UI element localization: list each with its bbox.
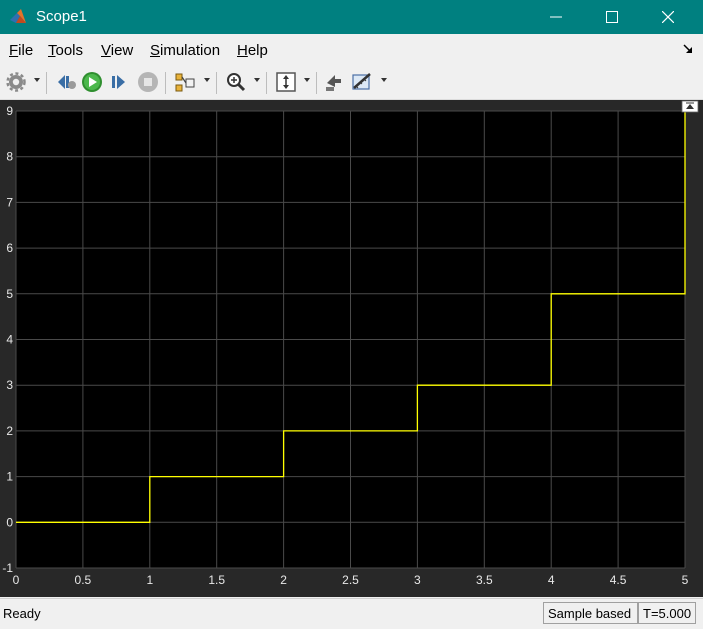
- x-tick-label: 4: [548, 573, 555, 587]
- menu-simulation[interactable]: Simulation: [150, 42, 220, 59]
- title-bar: Scope1: [0, 0, 703, 34]
- menu-view[interactable]: View: [101, 42, 133, 59]
- y-tick-label: 4: [6, 333, 13, 347]
- x-tick-label: 3: [414, 573, 421, 587]
- minimize-icon: [550, 16, 562, 18]
- x-tick-labels: 0 0.5 1 1.5 2 2.5 3 3.5 4 4.5 5: [13, 573, 689, 587]
- gear-icon: [6, 72, 26, 92]
- toolbar-separator: [165, 72, 166, 94]
- simulation-time: T=5.000: [638, 602, 696, 624]
- chevron-down-icon[interactable]: [381, 78, 387, 82]
- x-tick-label: 0.5: [75, 573, 92, 587]
- scale-axes-button[interactable]: [274, 70, 298, 94]
- menu-tools[interactable]: Tools: [48, 42, 83, 59]
- run-button[interactable]: [80, 70, 104, 94]
- matlab-logo-icon: [10, 9, 26, 23]
- close-button[interactable]: [640, 0, 696, 34]
- status-text: Ready: [3, 606, 41, 621]
- x-tick-label: 1: [146, 573, 153, 587]
- menu-bar: File Tools View Simulation Help: [0, 34, 703, 66]
- zoom-in-button[interactable]: [224, 70, 248, 94]
- step-forward-icon: [112, 75, 125, 89]
- x-tick-label: 3.5: [476, 573, 493, 587]
- window-title: Scope1: [36, 8, 87, 25]
- measurements-button[interactable]: [350, 70, 374, 94]
- x-tick-label: 2.5: [342, 573, 359, 587]
- configuration-button[interactable]: [4, 70, 28, 94]
- y-tick-label: 8: [6, 150, 13, 164]
- x-tick-label: 2: [280, 573, 287, 587]
- dock-arrow-icon[interactable]: [681, 42, 695, 56]
- x-tick-label: 0: [13, 573, 20, 587]
- toolbar-separator: [46, 72, 47, 94]
- toolbar-separator: [316, 72, 317, 94]
- maximize-icon: [606, 11, 618, 23]
- chevron-down-icon[interactable]: [304, 78, 310, 82]
- x-tick-label: 5: [682, 573, 689, 587]
- stop-button[interactable]: [136, 70, 160, 94]
- signal-selector-icon: [175, 73, 195, 92]
- y-tick-label: 2: [6, 424, 13, 438]
- measurements-icon: [352, 73, 371, 90]
- toolbar-separator: [216, 72, 217, 94]
- highlight-block-button[interactable]: [322, 70, 346, 94]
- run-icon: [82, 72, 102, 92]
- close-icon: [662, 11, 674, 23]
- toolbar-separator: [266, 72, 267, 94]
- chevron-down-icon[interactable]: [204, 78, 210, 82]
- y-tick-label: 9: [6, 104, 13, 118]
- step-back-icon: [58, 75, 76, 89]
- y-tick-labels: -10123456789: [2, 104, 13, 575]
- status-bar: Ready Sample based T=5.000: [0, 598, 703, 629]
- step-forward-button[interactable]: [108, 70, 132, 94]
- scale-axes-icon: [276, 72, 296, 92]
- menu-help[interactable]: Help: [237, 42, 268, 59]
- y-tick-label: 6: [6, 241, 13, 255]
- minimize-button[interactable]: [528, 0, 584, 34]
- signal-selector-button[interactable]: [173, 70, 197, 94]
- step-back-button[interactable]: [54, 70, 78, 94]
- stop-icon: [138, 72, 158, 92]
- restore-view-icon[interactable]: [681, 100, 699, 113]
- y-tick-label: 0: [6, 515, 13, 529]
- y-tick-label: 7: [6, 195, 13, 209]
- zoom-in-icon: [227, 73, 246, 92]
- chevron-down-icon[interactable]: [254, 78, 260, 82]
- x-tick-label: 1.5: [208, 573, 225, 587]
- y-tick-label: 5: [6, 287, 13, 301]
- highlight-block-icon: [326, 75, 341, 91]
- chevron-down-icon[interactable]: [34, 78, 40, 82]
- y-tick-label: 3: [6, 378, 13, 392]
- sample-mode-indicator: Sample based: [543, 602, 638, 624]
- x-tick-label: 4.5: [610, 573, 627, 587]
- y-tick-label: 1: [6, 470, 13, 484]
- scope-plot[interactable]: -10123456789 0 0.5 1 1.5 2 2.5 3 3.5 4 4.5 5: [0, 100, 703, 597]
- toolbar: [0, 66, 703, 100]
- menu-file[interactable]: File: [9, 42, 33, 59]
- scope-display: -1 0 1 2 3 4 5 6 7 8 9 0 0.5 1 1.5 2 2.5 3 3.5 4 4.5 5: [0, 100, 703, 597]
- maximize-button[interactable]: [584, 0, 640, 34]
